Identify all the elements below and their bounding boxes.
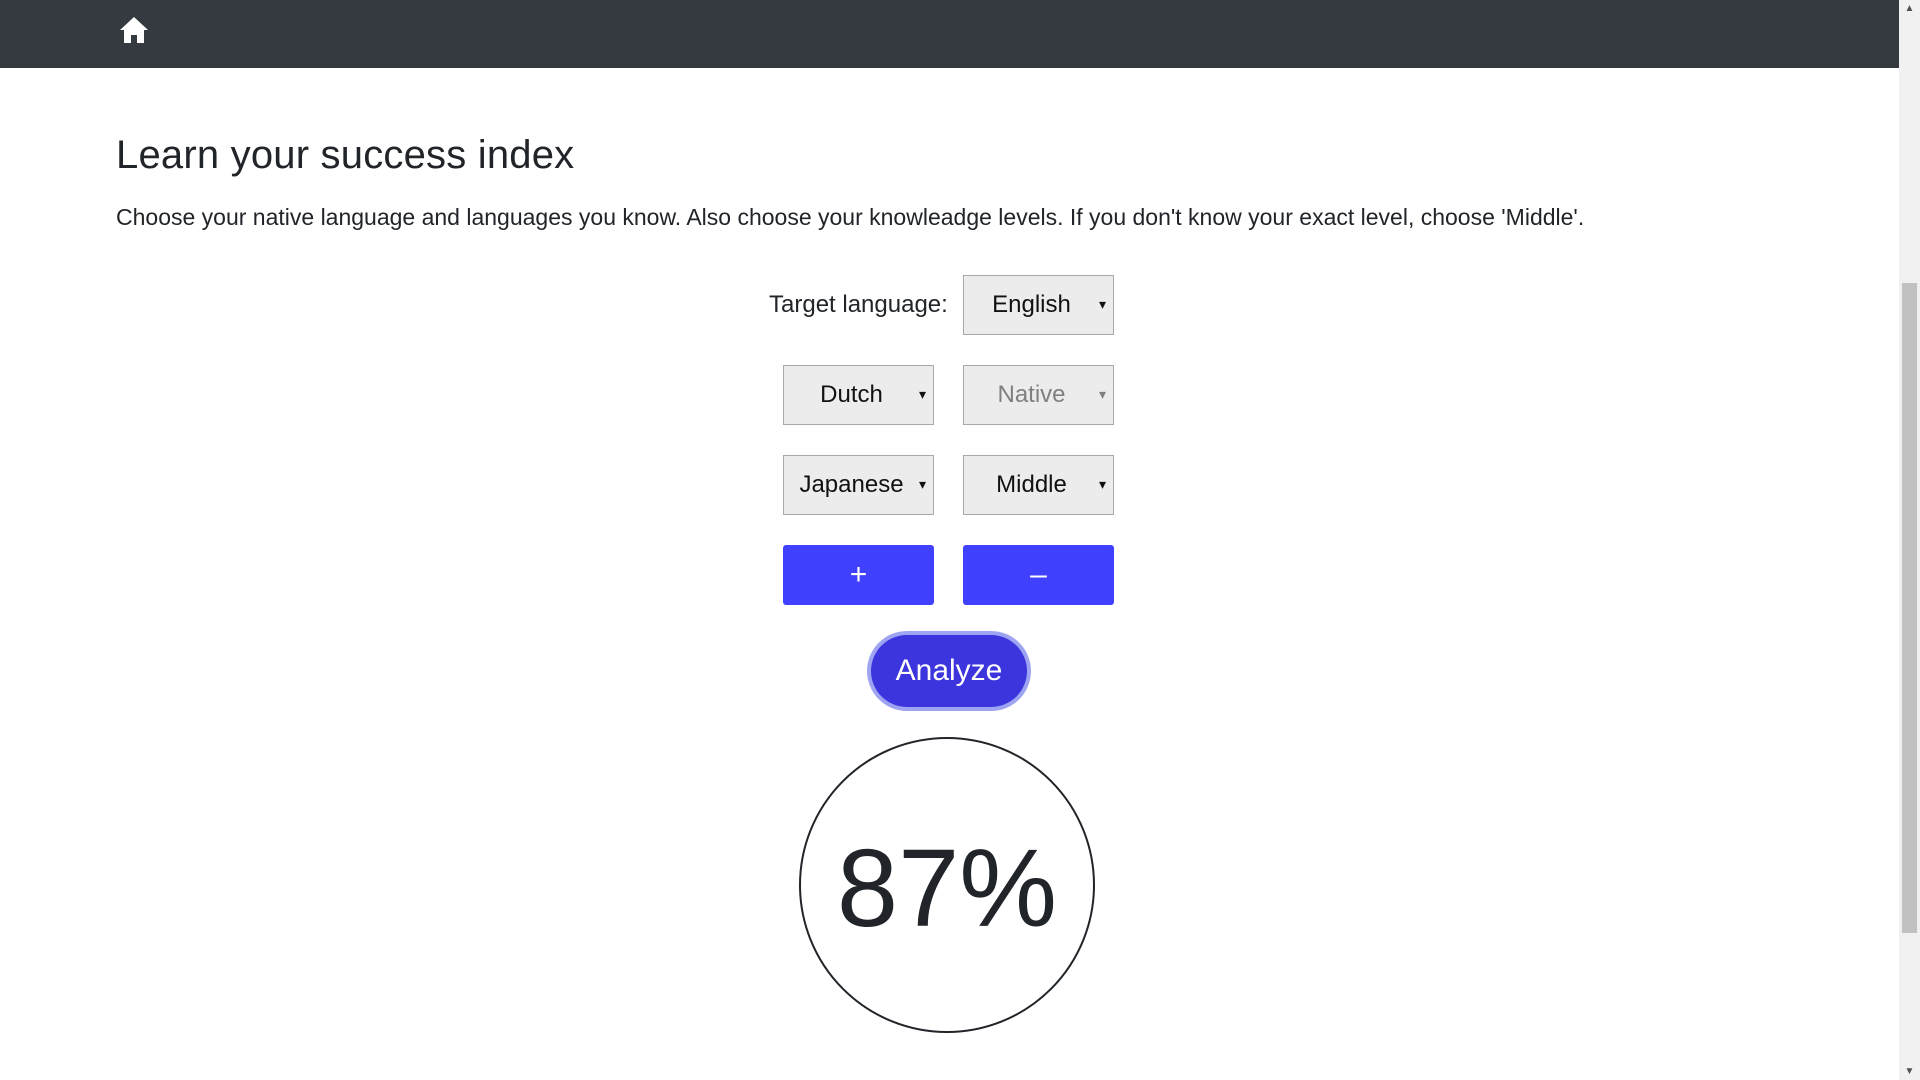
page: Learn your success index Choose your nat…	[0, 0, 1920, 1080]
level-select-2[interactable]: Middle ▾	[963, 455, 1114, 515]
analyze-button[interactable]: Analyze	[871, 635, 1027, 707]
home-icon[interactable]	[118, 15, 150, 45]
chevron-down-icon: ▾	[1098, 476, 1106, 493]
success-index-value: 87%	[836, 826, 1058, 950]
chevron-down-icon: ▾	[1098, 296, 1106, 313]
remove-language-button[interactable]: –	[963, 545, 1114, 605]
result-circle: 87%	[799, 737, 1095, 1033]
level-value-1: Native	[997, 381, 1066, 408]
level-value-2: Middle	[996, 471, 1067, 498]
known-language-select-2[interactable]: Japanese ▾	[783, 455, 934, 515]
level-select-1: Native ▾	[963, 365, 1114, 425]
known-language-value-1: Dutch	[820, 381, 883, 408]
scroll-down-arrow-icon[interactable]: ▼	[1899, 1063, 1920, 1080]
vertical-scrollbar[interactable]: ▲ ▼	[1899, 0, 1920, 1080]
known-language-value-2: Japanese	[799, 471, 904, 498]
chevron-down-icon: ▾	[918, 386, 926, 403]
scroll-up-arrow-icon[interactable]: ▲	[1899, 0, 1920, 17]
page-title: Learn your success index	[116, 133, 575, 177]
target-language-label: Target language:	[769, 291, 948, 318]
content-area: Learn your success index Choose your nat…	[0, 0, 1899, 1080]
target-language-select[interactable]: English ▾	[963, 275, 1114, 335]
scrollbar-thumb[interactable]	[1902, 283, 1917, 933]
top-navbar	[0, 0, 1899, 68]
chevron-down-icon: ▾	[1098, 386, 1106, 403]
add-language-button[interactable]: +	[783, 545, 934, 605]
target-language-value: English	[992, 291, 1071, 318]
page-description: Choose your native language and language…	[116, 204, 1585, 230]
known-language-select-1[interactable]: Dutch ▾	[783, 365, 934, 425]
chevron-down-icon: ▾	[918, 476, 926, 493]
